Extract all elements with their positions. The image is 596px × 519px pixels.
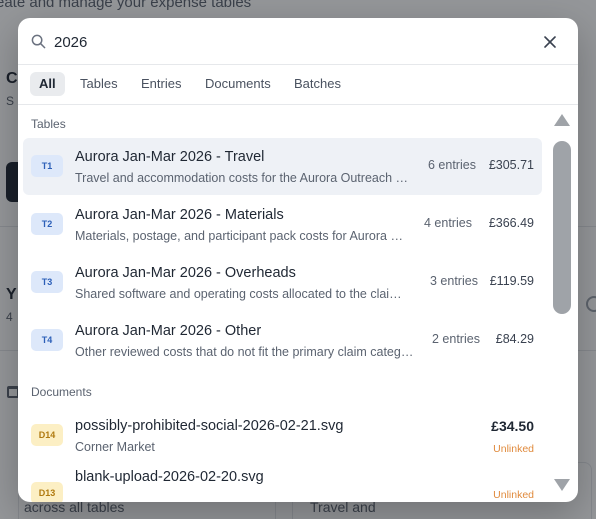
search-modal: All Tables Entries Documents Batches Tab… <box>18 18 578 502</box>
entry-count: 2 entries <box>432 332 480 346</box>
close-icon[interactable] <box>542 34 558 50</box>
result-title: Aurora Jan-Mar 2026 - Travel <box>75 149 265 165</box>
table-result-row[interactable]: T4 Aurora Jan-Mar 2026 - Other Other rev… <box>23 312 542 369</box>
results-list: Tables T1 Aurora Jan-Mar 2026 - Travel T… <box>18 106 548 502</box>
document-amount: £34.50 <box>491 418 534 434</box>
table-badge: T4 <box>31 329 63 351</box>
result-title: blank-upload-2026-02-20.svg <box>75 469 264 485</box>
tab-batches[interactable]: Batches <box>285 72 350 96</box>
table-result-row[interactable]: T3 Aurora Jan-Mar 2026 - Overheads Share… <box>23 254 542 311</box>
entry-count: 6 entries <box>428 158 476 172</box>
document-result-row[interactable]: D13 blank-upload-2026-02-20.svg Unlinked <box>23 467 542 502</box>
table-amount: £84.29 <box>495 332 534 346</box>
tab-all[interactable]: All <box>30 72 65 96</box>
document-badge: D14 <box>31 424 63 446</box>
result-title: Aurora Jan-Mar 2026 - Materials <box>75 207 284 223</box>
section-title-tables: Tables <box>31 117 66 131</box>
link-status-badge: Unlinked <box>493 443 534 455</box>
table-badge: T2 <box>31 213 63 235</box>
table-result-row[interactable]: T1 Aurora Jan-Mar 2026 - Travel Travel a… <box>23 138 542 195</box>
result-title: Aurora Jan-Mar 2026 - Overheads <box>75 265 296 281</box>
document-badge: D13 <box>31 482 63 502</box>
table-badge: T1 <box>31 155 63 177</box>
search-bar <box>18 18 578 65</box>
filter-tabs: All Tables Entries Documents Batches <box>18 65 578 105</box>
tab-documents[interactable]: Documents <box>196 72 280 96</box>
link-status-badge: Unlinked <box>493 489 534 501</box>
tab-entries[interactable]: Entries <box>132 72 190 96</box>
table-badge: T3 <box>31 271 63 293</box>
table-amount: £119.59 <box>489 274 534 288</box>
entry-count: 3 entries <box>430 274 478 288</box>
document-result-row[interactable]: D14 possibly-prohibited-social-2026-02-2… <box>23 407 542 464</box>
scroll-up-arrow-icon[interactable] <box>553 113 571 127</box>
search-icon <box>31 34 46 49</box>
result-subtitle: Other reviewed costs that do not fit the… <box>75 345 415 359</box>
search-input[interactable] <box>54 28 534 56</box>
scroll-down-arrow-icon[interactable] <box>553 478 571 492</box>
result-title: possibly-prohibited-social-2026-02-21.sv… <box>75 418 344 434</box>
scrollbar-thumb[interactable] <box>553 141 571 314</box>
table-result-row[interactable]: T2 Aurora Jan-Mar 2026 - Materials Mater… <box>23 196 542 253</box>
entry-count: 4 entries <box>424 216 472 230</box>
table-amount: £366.49 <box>488 216 534 230</box>
result-subtitle: Travel and accommodation costs for the A… <box>75 171 415 185</box>
table-amount: £305.71 <box>488 158 534 172</box>
result-subtitle: Corner Market <box>75 440 155 454</box>
section-title-documents: Documents <box>31 385 92 399</box>
tab-tables[interactable]: Tables <box>71 72 127 96</box>
result-title: Aurora Jan-Mar 2026 - Other <box>75 323 262 339</box>
result-subtitle: Materials, postage, and participant pack… <box>75 229 411 243</box>
result-subtitle: Shared software and operating costs allo… <box>75 287 409 301</box>
